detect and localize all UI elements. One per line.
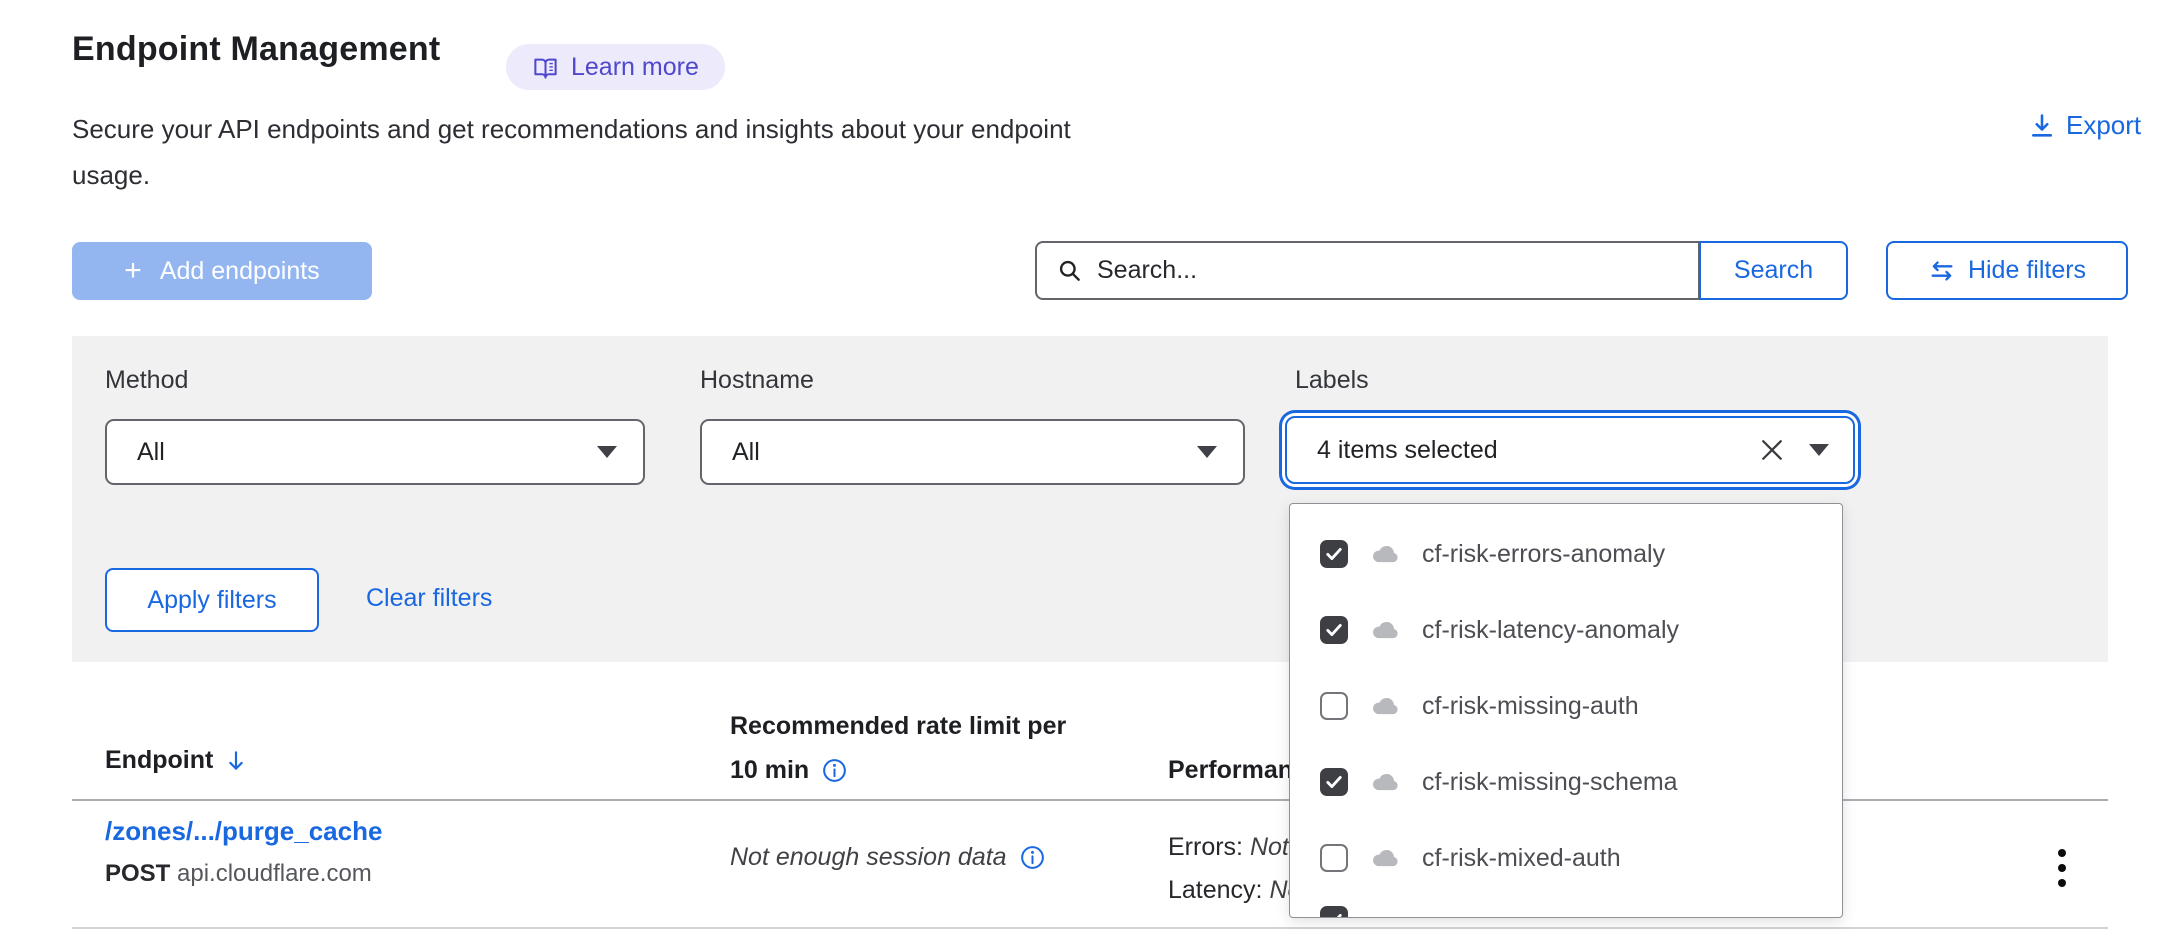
checkbox[interactable] [1320,768,1348,796]
add-endpoints-button[interactable]: + Add endpoints [72,242,372,300]
hide-filters-button[interactable]: Hide filters [1886,241,2128,300]
chevron-down-icon [1197,446,1217,458]
endpoint-method-host: POST api.cloudflare.com [105,860,372,888]
checkbox[interactable] [1320,616,1348,644]
method-label: Method [105,366,188,395]
rate-limit-cell: Not enough session data [730,843,1046,872]
cloud-icon [1370,539,1400,569]
checkbox[interactable] [1320,844,1348,872]
label-option-text: cf-risk-missing-auth [1422,692,1639,721]
label-option-text: cf-risk-missing-schema [1422,768,1678,797]
chevron-down-icon[interactable] [1809,444,1829,456]
label-option[interactable]: cf-risk-errors-anomaly [1290,516,1842,592]
label-option-text: cf-risk-errors-anomaly [1422,540,1665,569]
label-option[interactable]: cf-risk-missing-schema [1290,744,1842,820]
method-badge: POST [105,860,170,887]
info-icon[interactable] [821,757,848,784]
column-header-endpoint[interactable]: Endpoint [105,746,249,775]
chevron-down-icon [597,446,617,458]
plus-icon: + [124,256,142,286]
learn-more-button[interactable]: Learn more [506,44,725,90]
download-icon [2028,112,2056,140]
method-select[interactable]: All [105,419,645,485]
table-row-divider [72,927,2108,929]
page-title: Endpoint Management [72,30,440,69]
label-option[interactable]: cf-risk-missing-auth [1290,668,1842,744]
labels-label: Labels [1295,366,1369,395]
cloud-icon [1370,691,1400,721]
labels-multiselect[interactable]: 4 items selected [1285,416,1855,484]
clear-filters-link[interactable]: Clear filters [366,584,492,613]
info-icon[interactable] [1019,844,1046,871]
cloud-icon [1370,615,1400,645]
endpoint-path-link[interactable]: /zones/.../purge_cache [105,816,382,847]
hostname-select[interactable]: All [700,419,1245,485]
learn-more-label: Learn more [571,53,699,82]
search-field-container [1035,241,1700,300]
clear-selection-icon[interactable] [1757,435,1787,465]
label-option-text: cf-risk-latency-anomaly [1422,616,1679,645]
label-option[interactable]: cf-risk-mixed-auth [1290,820,1842,896]
book-icon [532,54,559,81]
row-actions-menu-button[interactable] [2042,840,2082,896]
column-header-rate-limit: Recommended rate limit per [730,712,1066,741]
checkbox[interactable] [1320,692,1348,720]
endpoint-management-page: Endpoint Management Learn more Secure yo… [0,0,2172,936]
sort-descending-icon [223,748,249,774]
hostname-label: Hostname [700,366,814,395]
cloud-icon [1370,767,1400,797]
export-button[interactable]: Export [2028,110,2141,141]
page-subtitle: Secure your API endpoints and get recomm… [72,106,1071,198]
apply-filters-button[interactable]: Apply filters [105,568,319,632]
swap-arrows-icon [1928,257,1956,285]
checkbox[interactable] [1320,540,1348,568]
search-button[interactable]: Search [1699,241,1848,300]
label-option[interactable]: cf-risk-latency-anomaly [1290,592,1842,668]
search-icon [1057,258,1083,284]
hostname-text: api.cloudflare.com [177,860,372,887]
search-input[interactable] [1097,256,1682,285]
labels-selected-count: 4 items selected [1317,436,1757,465]
cloud-icon [1370,843,1400,873]
add-endpoints-label: Add endpoints [160,257,320,286]
export-label: Export [2066,110,2141,141]
checkbox[interactable] [1320,906,1348,918]
label-option-partial[interactable] [1320,906,1348,918]
labels-dropdown: cf-risk-errors-anomaly cf-risk-latency-a… [1289,503,1843,918]
label-option-text: cf-risk-mixed-auth [1422,844,1621,873]
